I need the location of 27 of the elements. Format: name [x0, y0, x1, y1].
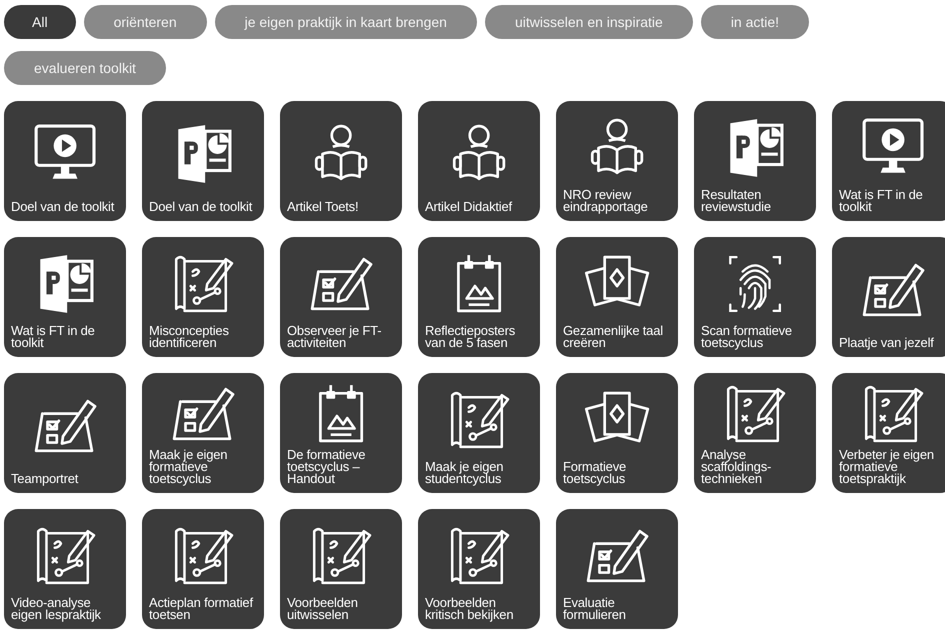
resource-tile[interactable]: NRO review eindrapportage — [556, 101, 678, 221]
resource-tile[interactable]: Verbeter je eigen formatieve toetspraktijk — [832, 373, 945, 493]
resource-tile[interactable]: Doel van de toolkit — [142, 101, 264, 221]
resource-tile[interactable]: Teamportret — [4, 373, 126, 493]
resource-tile[interactable]: Gezamenlijke taal creëren — [556, 237, 678, 357]
resource-tile[interactable]: Maak je eigen studentcyclus — [418, 373, 540, 493]
resource-tile[interactable]: Video-analyse eigen lespraktijk — [4, 509, 126, 629]
resource-tile[interactable]: Evaluatie formulieren — [556, 509, 678, 629]
resource-tile[interactable]: Reflectieposters van de 5 fasen — [418, 237, 540, 357]
resource-tile[interactable]: Scan formatieve toetscyclus — [694, 237, 816, 357]
resource-tile[interactable]: Plaatje van jezelf — [832, 237, 945, 357]
resource-tile[interactable]: Analyse scaffoldings-technieken — [694, 373, 816, 493]
resource-tile[interactable]: Voorbeelden kritisch bekijken — [418, 509, 540, 629]
resource-tile[interactable]: Resultaten reviewstudie — [694, 101, 816, 221]
resource-tile[interactable]: Misconcepties identificeren — [142, 237, 264, 357]
resource-tile[interactable]: De formatieve toetscyclus – Handout — [280, 373, 402, 493]
resource-tile[interactable]: Observeer je FT-activiteiten — [280, 237, 402, 357]
resource-tile[interactable]: Artikel Didaktief — [418, 101, 540, 221]
resource-tile[interactable]: Artikel Toets! — [280, 101, 402, 221]
resource-tile[interactable]: Wat is FT in de toolkit — [832, 101, 945, 221]
resource-tile[interactable]: Actieplan formatief toetsen — [142, 509, 264, 629]
resource-tile[interactable]: Maak je eigen formatieve toetscyclus — [142, 373, 264, 493]
resource-tile[interactable]: Wat is FT in de toolkit — [4, 237, 126, 357]
resource-tile[interactable]: Doel van de toolkit — [4, 101, 126, 221]
filter-button[interactable]: All — [4, 5, 76, 39]
resource-tile[interactable]: Formatieve toetscyclus — [556, 373, 678, 493]
resource-tile[interactable]: Voorbeelden uitwisselen — [280, 509, 402, 629]
